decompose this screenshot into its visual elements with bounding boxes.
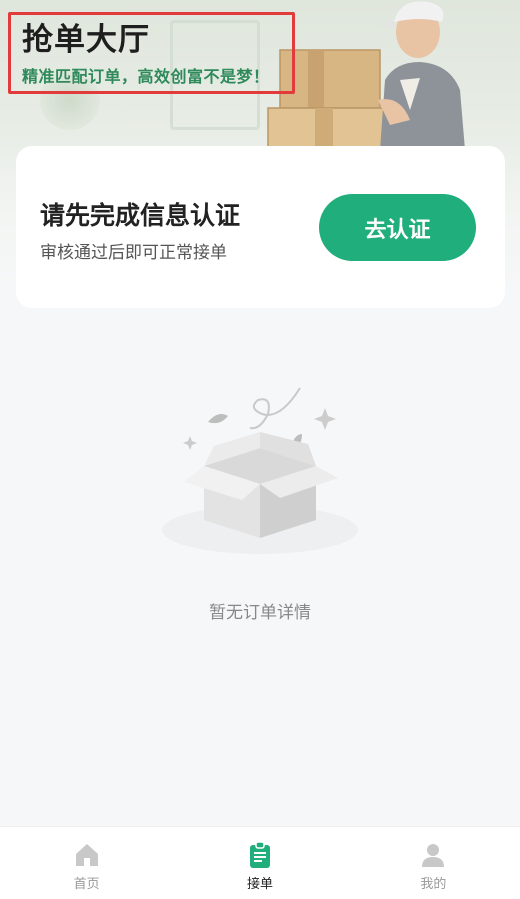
user-icon	[422, 844, 445, 867]
tab-mine-label: 我的	[420, 877, 447, 892]
empty-state-text: 暂无订单详情	[209, 603, 311, 623]
tab-home-label: 首页	[73, 877, 100, 892]
tab-mine[interactable]: 我的	[347, 827, 520, 899]
highlight-box	[8, 12, 295, 94]
certification-card: 请先完成信息认证 审核通过后即可正常接单 去认证	[16, 146, 505, 308]
home-icon	[75, 844, 98, 866]
certification-subtitle: 审核通过后即可正常接单	[40, 243, 227, 263]
go-certify-button[interactable]: 去认证	[319, 194, 476, 261]
empty-box-icon	[162, 387, 358, 554]
tab-home[interactable]: 首页	[0, 827, 173, 899]
clipboard-icon	[249, 841, 270, 868]
tab-orders-label: 接单	[246, 877, 273, 892]
certification-title: 请先完成信息认证	[40, 201, 241, 230]
bottom-tab-bar: 首页 接单 我的	[0, 826, 520, 899]
tab-orders[interactable]: 接单	[173, 827, 346, 899]
